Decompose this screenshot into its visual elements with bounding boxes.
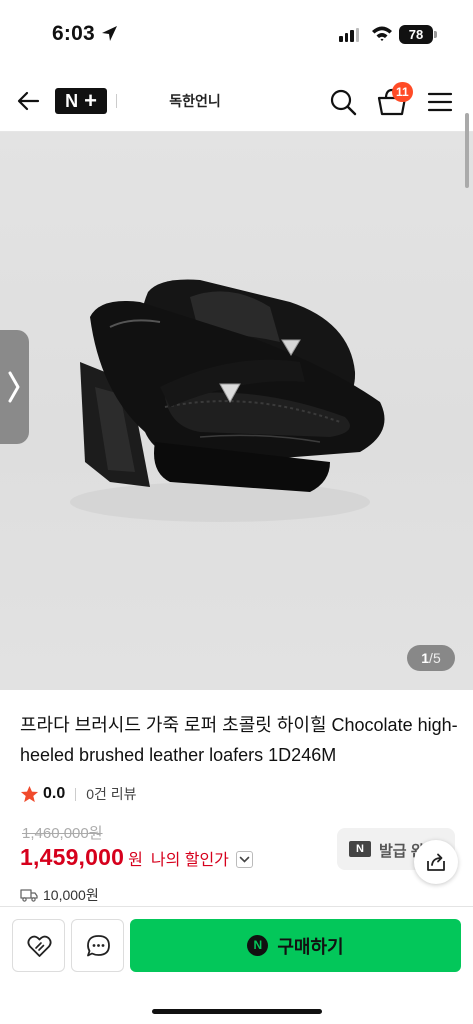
review-count[interactable]: 0건 리뷰 <box>86 784 136 804</box>
chat-bubble-icon <box>87 935 110 957</box>
chevron-right-icon <box>8 371 20 403</box>
rating-row[interactable]: 0.0 0건 리뷰 <box>20 783 137 805</box>
star-icon <box>20 785 39 802</box>
plus-icon: + <box>84 88 97 113</box>
coupon-icon: N <box>349 841 371 857</box>
shipping-row: 10,000원 <box>20 885 99 905</box>
status-bar: 6:03 78 <box>0 0 473 70</box>
image-page-indicator: 1/5 <box>407 645 455 671</box>
current-page: 1 <box>421 650 430 666</box>
truck-icon <box>20 889 38 902</box>
share-icon <box>427 853 445 871</box>
battery-tip <box>434 31 437 38</box>
product-image-gallery[interactable] <box>0 132 473 690</box>
talktalk-button[interactable] <box>71 919 124 972</box>
original-price: 1,460,000원 <box>22 825 103 842</box>
battery-icon: 78 <box>399 25 433 44</box>
store-name[interactable]: 독한언니 <box>120 91 270 111</box>
discount-dropdown-toggle[interactable] <box>235 851 253 868</box>
status-time: 6:03 <box>52 22 95 45</box>
wifi-icon <box>372 26 392 41</box>
rating-value: 0.0 <box>43 785 66 802</box>
top-nav: N + 독한언니 11 <box>0 70 473 132</box>
location-arrow-icon <box>102 26 117 41</box>
nav-divider <box>116 94 117 108</box>
my-discount-label[interactable]: 나의 할인가 <box>151 846 229 870</box>
heart-icon <box>27 935 52 957</box>
logo-letter: N <box>65 90 79 111</box>
price-unit: 원 <box>128 852 143 869</box>
naver-pay-icon: N <box>247 935 269 956</box>
menu-icon[interactable] <box>426 88 454 116</box>
naver-plus-logo[interactable]: N + <box>55 88 107 114</box>
shipping-fee: 10,000원 <box>43 887 99 903</box>
sale-price: 1,459,000 <box>20 844 125 870</box>
buy-label: 구매하기 <box>277 936 344 957</box>
price-row: 1,459,000 원 나의 할인가 <box>20 844 253 876</box>
chevron-down-icon <box>239 856 250 863</box>
wishlist-button[interactable] <box>12 919 65 972</box>
home-indicator <box>152 1009 322 1014</box>
product-title: 프라다 브러시드 가죽 로퍼 초콜릿 하이힐 Chocolate high-he… <box>20 715 458 765</box>
back-arrow-icon[interactable] <box>14 86 44 116</box>
cart-count-badge: 11 <box>392 82 413 102</box>
product-image <box>70 279 385 522</box>
total-pages: 5 <box>432 650 441 666</box>
buy-button[interactable]: N 구매하기 <box>130 919 461 972</box>
search-icon[interactable] <box>328 87 358 117</box>
page-scrollbar[interactable] <box>465 113 469 188</box>
signal-icon <box>339 28 359 42</box>
share-button[interactable] <box>414 840 458 884</box>
rating-divider <box>75 787 77 801</box>
